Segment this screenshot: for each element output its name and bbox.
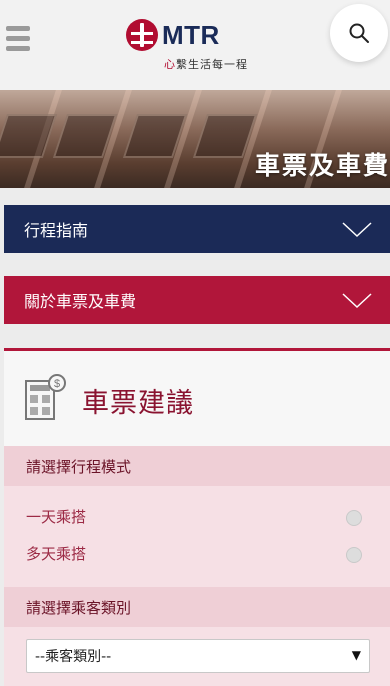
svg-text:$: $ [54, 378, 60, 390]
trip-guide-bar[interactable]: 行程指南 [4, 205, 390, 253]
card-title: 車票建議 [82, 388, 194, 419]
chevron-down-icon [342, 222, 372, 238]
tagline-rest: 繫生活每一程 [176, 58, 248, 71]
search-button[interactable] [330, 4, 388, 62]
radio-one-day[interactable] [346, 510, 362, 526]
calculator-dollar-icon: $ [25, 374, 66, 420]
about-fares-bar[interactable]: 關於車票及車費 [4, 276, 390, 324]
tagline: 心繫生活每一程 [164, 56, 248, 72]
trip-guide-label: 行程指南 [24, 221, 89, 240]
option-one-day-label[interactable]: 一天乘搭 [26, 506, 86, 527]
passenger-type-heading: 請選擇乘客類別 [4, 587, 390, 627]
passenger-select-area: --乘客類別-- ▼ [4, 627, 390, 686]
mtr-logo-mark-icon [126, 19, 158, 51]
banner-title: 車票及車費 [254, 151, 390, 180]
about-fares-label: 關於車票及車費 [24, 292, 137, 311]
trip-mode-heading: 請選擇行程模式 [4, 446, 390, 486]
search-icon [349, 23, 369, 43]
option-multi-day-label[interactable]: 多天乘搭 [26, 543, 86, 564]
hero-banner: 車票及車費 [0, 90, 390, 188]
dropdown-caret-icon: ▼ [351, 648, 361, 662]
site-header: MTR 心繫生活每一程 [0, 0, 390, 90]
tagline-prefix: 心 [164, 58, 176, 71]
trip-mode-options: 一天乘搭 多天乘搭 [4, 486, 390, 587]
radio-multi-day[interactable] [346, 547, 362, 563]
hamburger-icon[interactable] [6, 26, 30, 52]
logo-text: MTR [162, 19, 220, 50]
mtr-logo[interactable]: MTR [126, 18, 220, 52]
passenger-select-value: --乘客類別-- [35, 649, 112, 665]
passenger-type-select[interactable]: --乘客類別-- ▼ [26, 639, 370, 673]
chevron-down-icon [342, 293, 372, 309]
ticket-suggestion-card: $ 車票建議 請選擇行程模式 一天乘搭 多天乘搭 請選擇乘客類別 --乘客類別-… [4, 348, 390, 686]
